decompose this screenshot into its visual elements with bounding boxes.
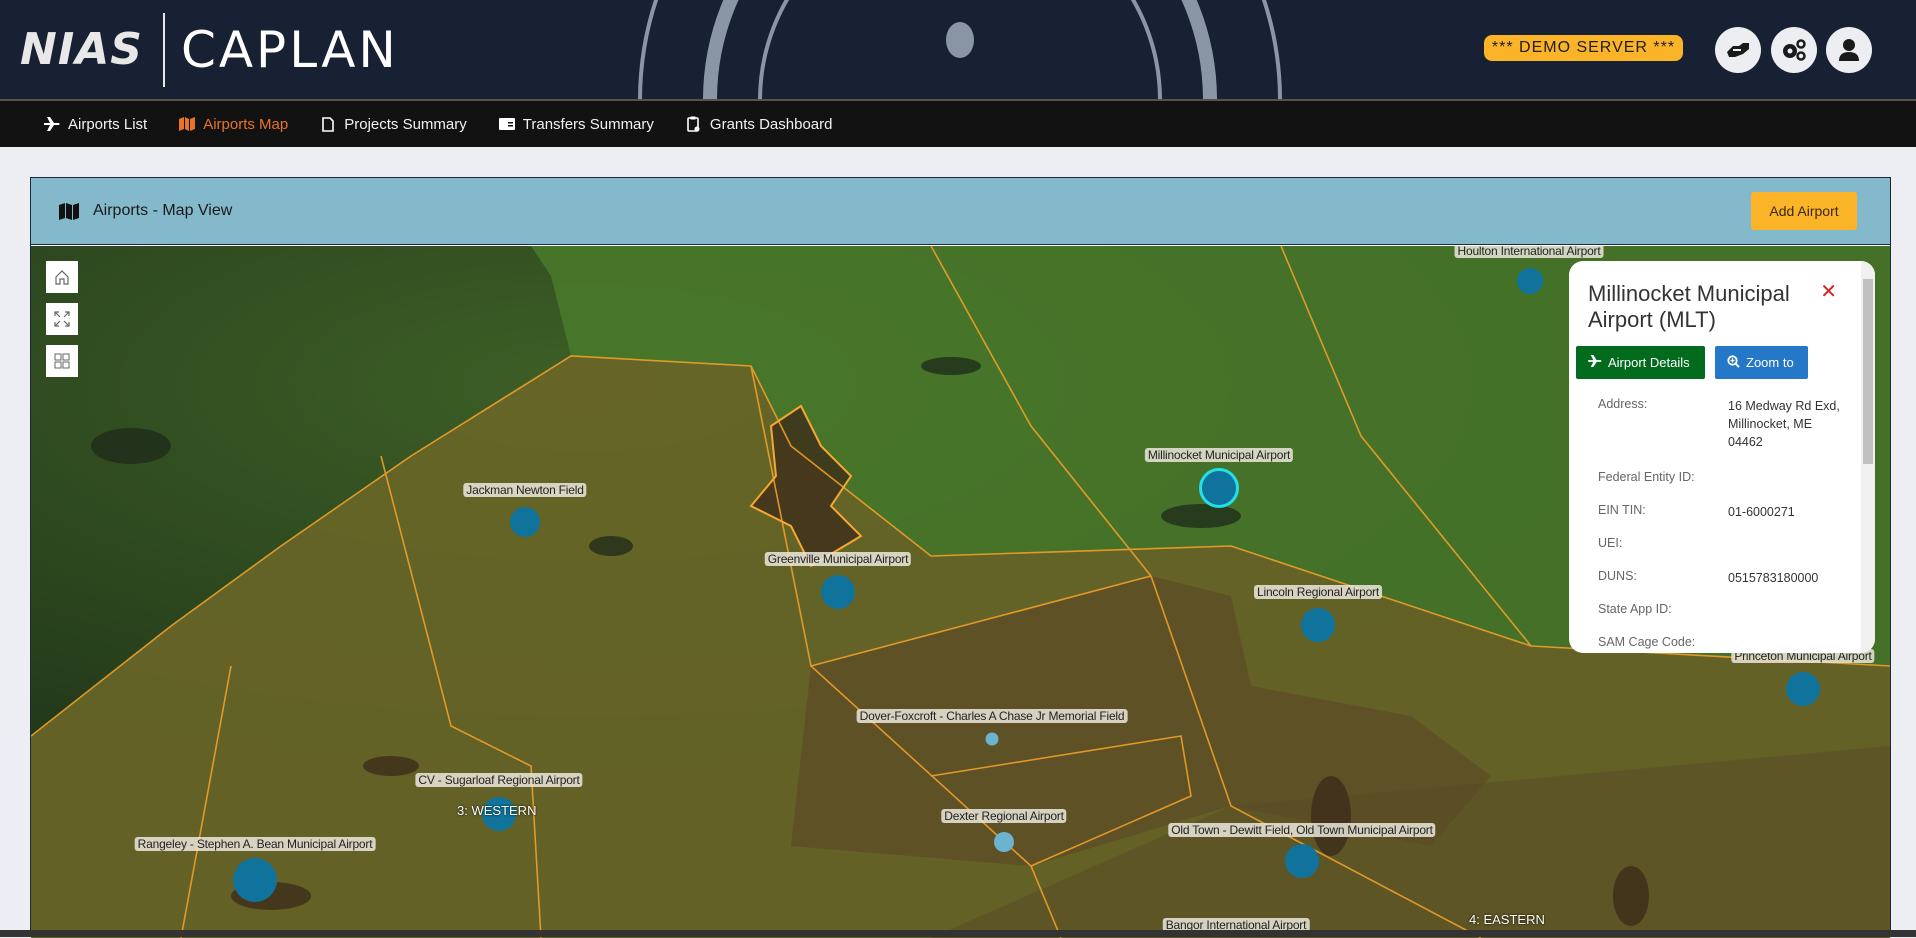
home-icon (55, 270, 69, 285)
airport-popup: Millinocket Municipal Airport (MLT) ✕ Ai… (1569, 261, 1875, 653)
nav-label: Airports Map (203, 115, 289, 133)
popup-field-sam-cage-code: SAM Cage Code: (1598, 635, 1858, 649)
field-value (1728, 602, 1848, 616)
nav-projects-summary[interactable]: Projects Summary (320, 116, 467, 133)
airport-label: Dexter Regional Airport (941, 809, 1067, 823)
field-label: DUNS: (1598, 569, 1637, 583)
map-icon (59, 202, 79, 220)
popup-close-button[interactable]: ✕ (1820, 279, 1837, 304)
airports-map[interactable]: Houlton International Airport Millinocke… (31, 246, 1890, 938)
popup-title: Millinocket Municipal Airport (MLT) (1588, 281, 1790, 332)
airport-marker[interactable] (994, 832, 1014, 852)
field-value (1728, 470, 1848, 484)
add-airport-button[interactable]: Add Airport (1751, 192, 1857, 230)
clipboard-icon (686, 116, 702, 132)
handshake-button[interactable] (1715, 27, 1761, 73)
field-label: Address: (1598, 397, 1648, 411)
field-value (1728, 635, 1848, 649)
zoom-in-icon (1727, 354, 1740, 371)
field-value: 0515783180000 (1728, 571, 1819, 585)
airport-details-button[interactable]: Airport Details (1576, 346, 1705, 379)
plane-icon (1588, 355, 1602, 370)
airport-marker[interactable] (510, 507, 540, 537)
field-value (1728, 536, 1848, 550)
popup-field-uei: UEI: (1598, 536, 1858, 550)
nav-transfers-summary[interactable]: Transfers Summary (498, 115, 654, 133)
button-label: Airport Details (1608, 355, 1690, 370)
logo-nias: NIAS (20, 24, 143, 75)
popup-field-address: Address: 16 Medway Rd Exd, Millinocket, … (1598, 397, 1858, 451)
airport-label: Old Town - Dewitt Field, Old Town Munici… (1168, 823, 1436, 837)
airport-label: CV - Sugarloaf Regional Airport (415, 773, 583, 787)
compass-decoration-icon (638, 0, 1282, 99)
user-button[interactable] (1826, 27, 1872, 73)
field-label: Federal Entity ID: (1598, 470, 1695, 484)
card-title: Airports - Map View (93, 202, 233, 219)
map-icon (179, 116, 196, 132)
airport-marker[interactable] (233, 858, 277, 902)
field-value: 01-6000271 (1728, 505, 1795, 519)
logo-caplan: CAPLAN (180, 20, 399, 79)
card-header: Airports - Map View Add Airport (31, 178, 1890, 245)
airport-marker[interactable] (1285, 844, 1319, 878)
settings-button[interactable] (1771, 27, 1817, 73)
region-label: 3: WESTERN (457, 803, 537, 818)
region-label: 4: EASTERN (1469, 912, 1545, 927)
scrollbar-thumb[interactable] (1863, 279, 1873, 464)
popup-field-state-app-id: State App ID: (1598, 602, 1858, 616)
popup-field-duns: DUNS: 0515783180000 (1598, 569, 1858, 587)
button-label: Zoom to (1746, 355, 1794, 370)
main-nav: Airports List Airports Map Projects Summ… (0, 99, 1916, 147)
airport-label: Jackman Newton Field (463, 483, 587, 497)
nav-grants-dashboard[interactable]: Grants Dashboard (686, 115, 833, 133)
plane-icon (44, 116, 60, 132)
expand-icon (54, 311, 70, 327)
field-value: 16 Medway Rd Exd, Millinocket, ME 04462 (1728, 399, 1840, 449)
nav-label: Projects Summary (344, 115, 467, 133)
nav-airports-list[interactable]: Airports List (44, 116, 147, 133)
money-check-icon (498, 116, 515, 132)
field-label: State App ID: (1598, 602, 1672, 616)
airport-marker[interactable] (1786, 672, 1820, 706)
basemap-gallery-icon (54, 353, 70, 369)
field-label: UEI: (1598, 536, 1623, 550)
demo-server-badge: *** DEMO SERVER *** (1484, 35, 1683, 61)
airport-label: Lincoln Regional Airport (1254, 585, 1382, 599)
handshake-icon (1727, 43, 1749, 57)
app-logo[interactable]: NIAS CAPLAN (20, 12, 399, 87)
map-basemap-gallery-button[interactable] (46, 345, 78, 377)
airport-marker[interactable] (1517, 268, 1543, 294)
airport-label: Greenville Municipal Airport (764, 552, 912, 566)
field-label: EIN TIN: (1598, 503, 1646, 517)
logo-divider (162, 12, 165, 87)
nav-airports-map[interactable]: Airports Map (179, 116, 288, 133)
airport-marker-selected[interactable] (1199, 468, 1239, 508)
popup-field-federal-entity-id: Federal Entity ID: (1598, 470, 1858, 484)
popup-scrollbar[interactable] (1861, 261, 1875, 653)
top-header: NIAS CAPLAN *** DEMO SERVER *** (0, 0, 1916, 99)
popup-field-ein-tin: EIN TIN: 01-6000271 (1598, 503, 1858, 521)
nav-label: Airports List (68, 115, 148, 133)
gears-icon (1783, 39, 1806, 61)
airport-label: Houlton International Airport (1454, 246, 1604, 258)
nav-label: Transfers Summary (522, 115, 654, 133)
map-home-button[interactable] (46, 261, 78, 293)
file-icon (320, 116, 336, 132)
user-icon (1839, 39, 1859, 61)
airport-marker[interactable] (985, 732, 999, 746)
zoom-to-button[interactable]: Zoom to (1715, 346, 1808, 379)
nav-label: Grants Dashboard (709, 115, 833, 133)
airport-label: Dover-Foxcroft - Charles A Chase Jr Memo… (856, 709, 1128, 723)
airport-label: Rangeley - Stephen A. Bean Municipal Air… (134, 837, 376, 851)
airport-label: Millinocket Municipal Airport (1144, 448, 1294, 462)
bottom-edge (0, 930, 1916, 937)
map-fullscreen-button[interactable] (46, 303, 78, 335)
airport-marker[interactable] (1301, 608, 1335, 642)
map-view-card: Airports - Map View Add Airport Houlton … (30, 177, 1891, 938)
field-label: SAM Cage Code: (1598, 635, 1696, 649)
airport-marker[interactable] (821, 575, 855, 609)
